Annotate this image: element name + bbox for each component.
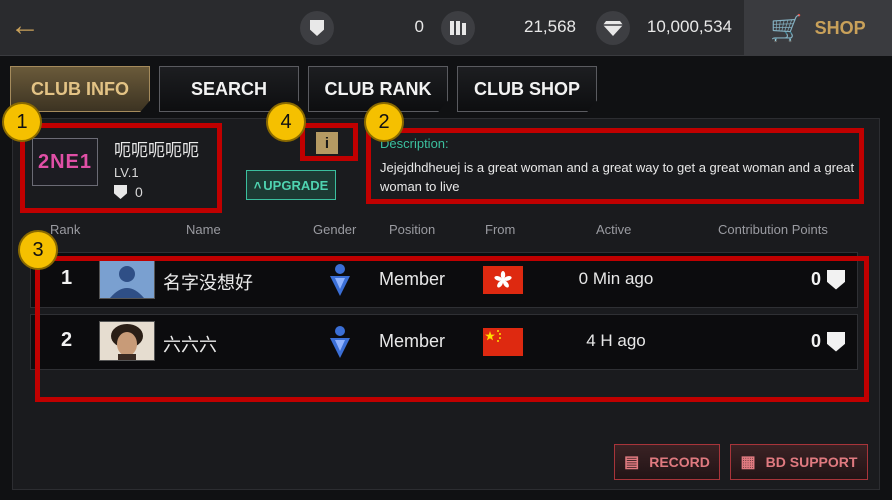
club-points-value: 0 <box>135 184 143 200</box>
male-icon <box>327 263 353 297</box>
header-active: Active <box>596 222 632 237</box>
bd-support-label: BD SUPPORT <box>765 454 858 470</box>
annotation-badge-3: 3 <box>18 230 58 270</box>
description-text: Jejejdhdheuej is a great woman and a gre… <box>380 160 855 194</box>
row-rank: 2 <box>61 329 73 351</box>
header-gender: Gender <box>313 222 357 237</box>
top-bar: ← 0 21,568 10,000,534 🛒 SHOP <box>0 0 892 56</box>
header-contribution: Contribution Points <box>718 222 828 237</box>
club-points: 0 <box>114 184 143 200</box>
china-flag-icon <box>483 328 523 356</box>
male-icon <box>327 325 353 359</box>
table-row[interactable]: 2 六六六 Member 4 H ago 0 <box>30 314 858 370</box>
member-position: Member <box>379 331 446 351</box>
member-position: Member <box>379 269 446 289</box>
record-button[interactable]: ▤ RECORD <box>614 444 720 480</box>
shield-star-icon <box>827 269 845 290</box>
member-active: 0 Min ago <box>578 269 654 288</box>
tab-club-shop[interactable]: CLUB SHOP <box>457 66 597 112</box>
shield-star-icon <box>300 11 334 45</box>
shop-label: SHOP <box>814 17 866 38</box>
shield-star-icon <box>114 185 127 199</box>
chevron-up-icon: ˄ <box>253 177 262 193</box>
club-name: 呃呃呃呃呃 <box>114 141 199 160</box>
club-screen: ← 0 21,568 10,000,534 🛒 SHOP CLUB INFO S… <box>0 0 892 500</box>
clipboard-icon: ▤ <box>624 454 640 471</box>
diamond-icon <box>596 11 630 45</box>
hong-kong-flag-icon <box>483 266 523 294</box>
upgrade-button[interactable]: ˄ UPGRADE <box>246 170 336 200</box>
table-row[interactable]: 1 名字没想好 Member 0 Min ago 0 <box>30 252 858 308</box>
member-contribution: 0 <box>811 331 845 352</box>
club-points-value: 0 <box>414 17 424 36</box>
annotation-badge-4: 4 <box>266 102 306 142</box>
member-active: 4 H ago <box>586 331 646 350</box>
cake-icon: ▦ <box>740 454 756 471</box>
contribution-value: 0 <box>810 331 821 351</box>
cart-icon: 🛒 <box>770 12 803 43</box>
shield-star-icon <box>827 331 845 352</box>
annotation-badge-1: 1 <box>2 102 42 142</box>
contribution-value: 0 <box>810 269 821 289</box>
record-label: RECORD <box>649 454 710 470</box>
avatar[interactable] <box>99 321 155 361</box>
header-rank: Rank <box>50 222 81 237</box>
header-from: From <box>485 222 516 237</box>
cards-icon <box>441 11 475 45</box>
back-arrow-icon[interactable]: ← <box>10 11 46 42</box>
member-name: 六六六 <box>163 335 217 355</box>
cards-value: 21,568 <box>524 17 576 36</box>
upgrade-label: UPGRADE <box>263 177 329 193</box>
annotation-badge-2: 2 <box>364 102 404 142</box>
info-button[interactable]: i <box>316 132 338 154</box>
member-name: 名字没想好 <box>163 273 253 293</box>
row-rank: 1 <box>61 267 73 289</box>
diamond-value: 10,000,534 <box>646 17 732 36</box>
avatar[interactable] <box>99 259 155 299</box>
bd-support-button[interactable]: ▦ BD SUPPORT <box>730 444 868 480</box>
header-position: Position <box>389 222 436 237</box>
club-logo: 2NE1 <box>32 138 98 186</box>
shop-button[interactable]: 🛒 SHOP <box>744 0 892 56</box>
member-contribution: 0 <box>811 269 845 290</box>
club-level: LV.1 <box>114 165 139 180</box>
header-name: Name <box>186 222 221 237</box>
